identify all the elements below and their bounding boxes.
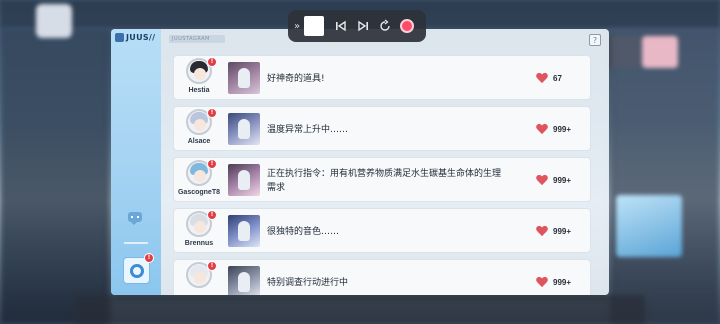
next-icon[interactable] bbox=[352, 15, 374, 37]
replay-icon[interactable] bbox=[374, 15, 396, 37]
like-count: 999+ bbox=[553, 278, 572, 287]
background-bottom-bar bbox=[75, 295, 645, 324]
camera-shutter-icon bbox=[129, 263, 144, 278]
post-card[interactable]: ! Brennus 很独特的音色…… 999+ bbox=[173, 208, 591, 253]
avatar-face bbox=[194, 68, 206, 80]
juus-logo-icon bbox=[115, 33, 124, 42]
post-thumbnail[interactable] bbox=[228, 113, 260, 145]
notification-badge: ! bbox=[207, 159, 217, 169]
heart-icon bbox=[536, 226, 548, 237]
notification-badge: ! bbox=[144, 253, 154, 263]
post-feed[interactable]: ! Hestia 好神奇的道具! 67 ! Alsace 温度异常上升中…… 9… bbox=[173, 55, 591, 295]
juus-logo: JUUS// bbox=[115, 33, 155, 42]
post-author: Hestia bbox=[188, 87, 210, 94]
notification-badge: ! bbox=[207, 261, 217, 271]
notification-badge: ! bbox=[207, 108, 217, 118]
post-text: 特别调查行动进行中 bbox=[267, 278, 349, 288]
post-card[interactable]: ! 特别调查行动进行中 999+ bbox=[173, 259, 591, 295]
avatar-face bbox=[194, 119, 206, 131]
post-likes[interactable]: 999+ bbox=[536, 158, 571, 203]
post-likes[interactable]: 999+ bbox=[536, 107, 571, 152]
record-icon[interactable] bbox=[396, 15, 418, 37]
post-avatar-column: ! GascogneT8 bbox=[174, 158, 224, 203]
juus-window: JUUS// ! JUUSTAGRAM ? ! Hestia 好神奇的道具! 6… bbox=[111, 29, 609, 295]
heart-icon bbox=[536, 124, 548, 135]
juus-logo-text: JUUS// bbox=[126, 33, 156, 42]
post-card[interactable]: ! Hestia 好神奇的道具! 67 bbox=[173, 55, 591, 100]
background-avatar bbox=[36, 4, 72, 38]
like-count: 999+ bbox=[553, 227, 572, 236]
stop-icon[interactable] bbox=[304, 16, 324, 36]
background-event-card bbox=[616, 195, 682, 257]
post-author: Alsace bbox=[187, 138, 211, 145]
post-likes[interactable]: 999+ bbox=[536, 260, 571, 295]
drag-handle-icon[interactable]: » bbox=[292, 21, 302, 32]
juus-sidebar: JUUS// ! bbox=[111, 29, 161, 295]
post-likes[interactable]: 67 bbox=[536, 56, 562, 101]
heart-icon bbox=[536, 73, 548, 84]
like-count: 999+ bbox=[553, 176, 572, 185]
post-avatar-column: ! Hestia bbox=[174, 56, 224, 101]
notification-badge: ! bbox=[207, 57, 217, 67]
background-right-panel bbox=[610, 28, 720, 324]
background-character-thumbnail bbox=[606, 36, 642, 68]
post-likes[interactable]: 999+ bbox=[536, 209, 571, 254]
post-author: Brennus bbox=[184, 240, 214, 247]
juustagram-header-tag: JUUSTAGRAM bbox=[169, 35, 225, 43]
post-text: 好神奇的道具! bbox=[267, 74, 325, 84]
post-thumbnail[interactable] bbox=[228, 215, 260, 247]
post-author: GascogneT8 bbox=[177, 189, 220, 196]
juustagram-tab-button[interactable]: ! bbox=[123, 253, 154, 284]
post-card[interactable]: ! GascogneT8 正在执行指令：用有机营养物质满足水生碳基生命体的生理需… bbox=[173, 157, 591, 202]
post-text: 正在执行指令：用有机营养物质满足水生碳基生命体的生理需求 bbox=[267, 169, 502, 193]
post-thumbnail[interactable] bbox=[228, 62, 260, 94]
post-avatar-column: ! bbox=[174, 260, 224, 295]
help-button[interactable]: ? bbox=[589, 34, 601, 46]
avatar-face bbox=[194, 272, 206, 284]
like-count: 67 bbox=[553, 74, 562, 83]
heart-icon bbox=[536, 175, 548, 186]
avatar-face bbox=[194, 221, 206, 233]
recording-control-bar: » bbox=[288, 10, 426, 42]
heart-icon bbox=[536, 277, 548, 288]
like-count: 999+ bbox=[553, 125, 572, 134]
notification-badge: ! bbox=[207, 210, 217, 220]
avatar-face bbox=[194, 170, 206, 182]
post-card[interactable]: ! Alsace 温度异常上升中…… 999+ bbox=[173, 106, 591, 151]
background-left-panel bbox=[0, 28, 110, 324]
background-character-thumbnail bbox=[642, 36, 678, 68]
sidebar-divider bbox=[124, 242, 148, 244]
post-avatar-column: ! Brennus bbox=[174, 209, 224, 254]
post-thumbnail[interactable] bbox=[228, 164, 260, 196]
post-avatar-column: ! Alsace bbox=[174, 107, 224, 152]
post-text: 很独特的音色…… bbox=[267, 227, 340, 237]
chat-icon[interactable] bbox=[128, 212, 142, 225]
previous-icon[interactable] bbox=[330, 15, 352, 37]
post-thumbnail[interactable] bbox=[228, 266, 260, 295]
post-text: 温度异常上升中…… bbox=[267, 125, 349, 135]
